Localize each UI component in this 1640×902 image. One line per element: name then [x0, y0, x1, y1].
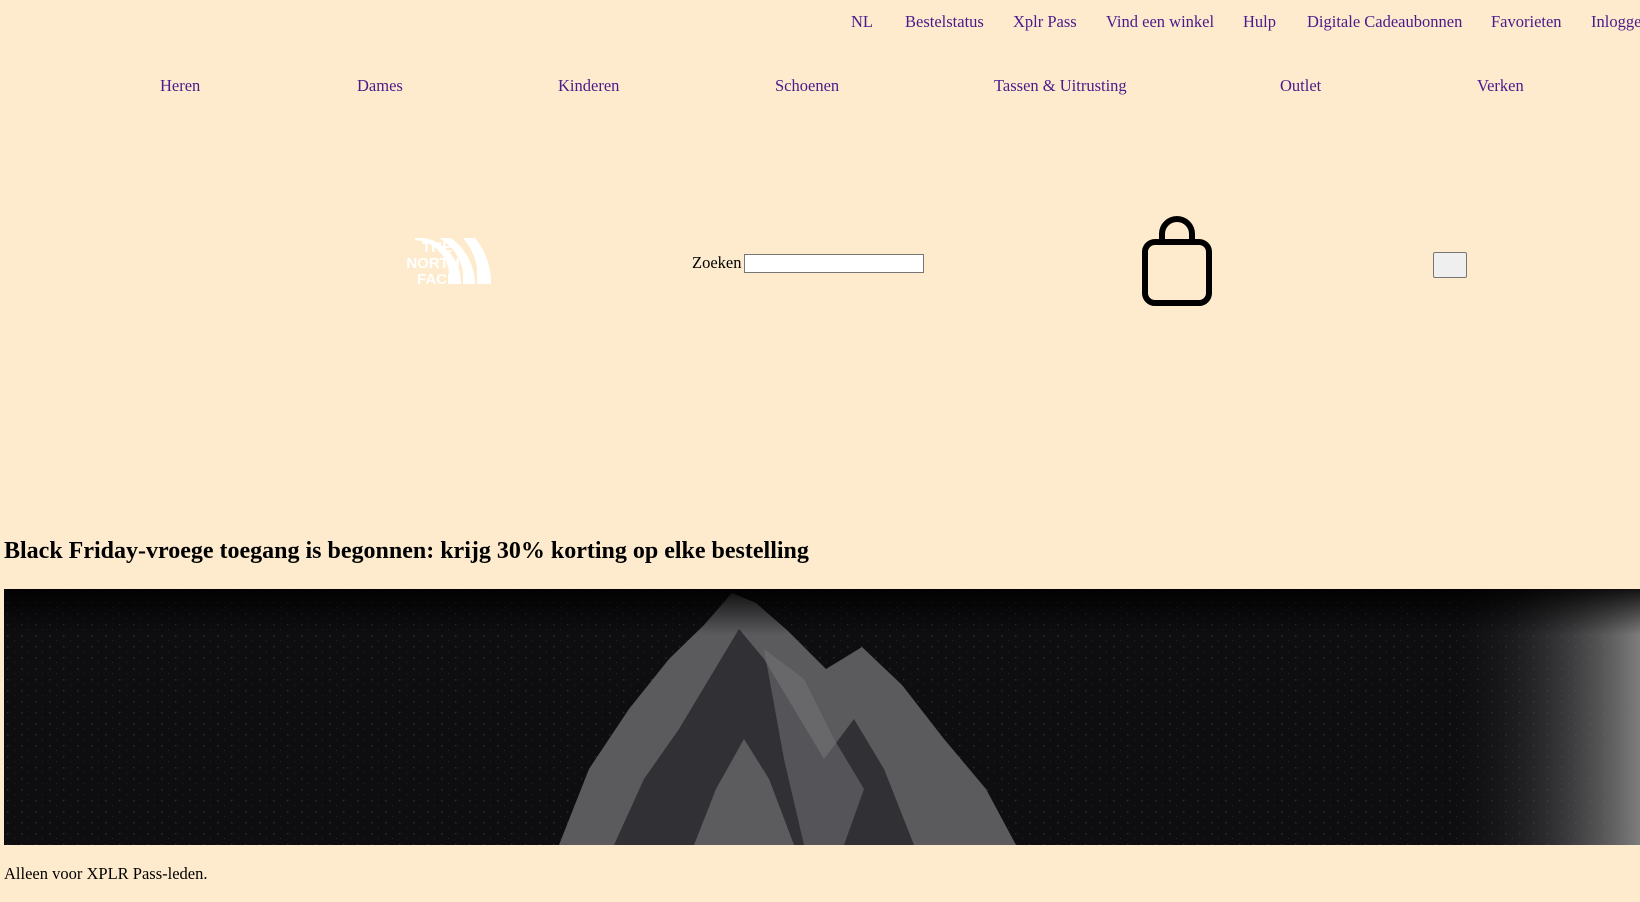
utility-link-gift-cards[interactable]: Digitale Cadeaubonnen — [1307, 12, 1462, 32]
logo-word-1: THE — [422, 239, 452, 256]
cart-button[interactable] — [1140, 216, 1214, 308]
search-form: Zoeken — [692, 253, 925, 273]
main-nav: Heren Dames Kinderen Schoenen Tassen & U… — [0, 76, 1640, 100]
nav-item-heren[interactable]: Heren — [160, 76, 200, 96]
promo-note: Alleen voor XPLR Pass-leden. — [4, 864, 208, 883]
menu-button[interactable] — [1433, 252, 1467, 278]
promo-title: Black Friday-vroege toegang is begonnen:… — [4, 538, 809, 564]
nav-item-dames[interactable]: Dames — [357, 76, 403, 96]
utility-link-login[interactable]: Inlogge — [1591, 12, 1640, 32]
nav-item-schoenen[interactable]: Schoenen — [775, 76, 839, 96]
utility-link-xplr-pass[interactable]: Xplr Pass — [1013, 12, 1077, 32]
logo-word-3: FACE — [417, 271, 457, 286]
nav-item-verken[interactable]: Verken — [1477, 76, 1524, 96]
utility-link-favorites[interactable]: Favorieten — [1491, 12, 1562, 32]
search-label: Zoeken — [692, 253, 742, 272]
logo-word-2: NORTH — [406, 255, 459, 272]
nav-item-kinderen[interactable]: Kinderen — [558, 76, 619, 96]
utility-link-language[interactable]: NL — [851, 12, 873, 32]
utility-nav: NL Bestelstatus Xplr Pass Vind een winke… — [0, 12, 1640, 36]
utility-link-store-locator[interactable]: Vind een winkel — [1106, 12, 1214, 32]
search-input[interactable] — [744, 253, 925, 273]
nav-item-tassen-uitrusting[interactable]: Tassen & Uitrusting — [994, 76, 1127, 96]
utility-link-help[interactable]: Hulp — [1243, 12, 1276, 32]
shopping-bag-icon — [1142, 216, 1212, 306]
utility-link-order-status[interactable]: Bestelstatus — [905, 12, 984, 32]
nav-item-outlet[interactable]: Outlet — [1280, 76, 1321, 96]
the-north-face-logo-icon: THE NORTH FACE — [406, 238, 492, 288]
hero-mountain-image — [4, 589, 1640, 845]
brand-logo[interactable]: THE NORTH FACE — [393, 238, 493, 288]
